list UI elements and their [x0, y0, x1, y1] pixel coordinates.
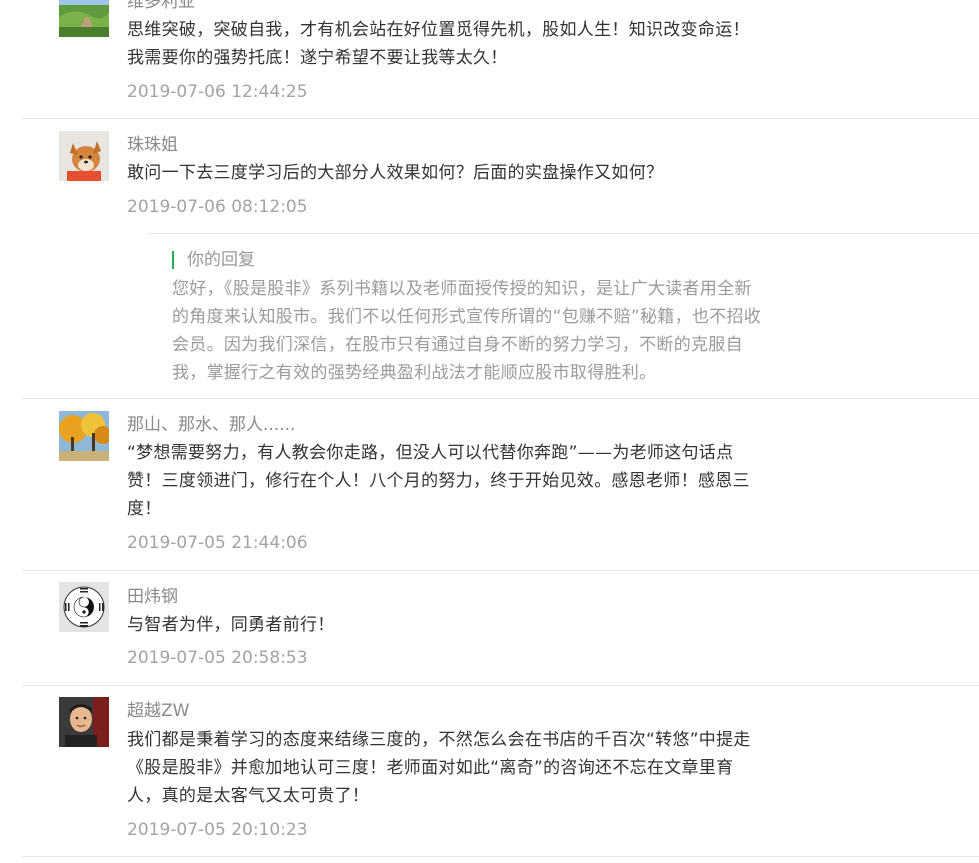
comment-author[interactable]: 超越ZW — [127, 699, 189, 723]
comment-timestamp: 2019-07-06 08:12:05 — [127, 197, 308, 217]
landscape-avatar-icon[interactable] — [59, 0, 109, 37]
comment-timestamp: 2019-07-05 21:44:06 — [127, 533, 308, 553]
comment-text: “梦想需要努力，有人教会你走路，但没人可以代替你奔跑”——为老师这句话点赞！三度… — [127, 443, 750, 519]
person-avatar-icon[interactable] — [59, 697, 109, 747]
reply-marker — [172, 251, 174, 269]
comment-author[interactable]: 维多利亚 — [127, 0, 195, 14]
comment-text: 与智者为伴，同勇者前行！ — [127, 615, 335, 635]
comment-timestamp: 2019-07-06 12:44:25 — [127, 82, 308, 102]
comment-author[interactable]: 那山、那水、那人...... — [127, 413, 295, 437]
bagua-avatar-icon[interactable] — [59, 582, 109, 632]
comment-text: 思维突破，突破自我，才有机会站在好位置觅得先机，股如人生！知识改变命运！我需要你… — [127, 20, 750, 68]
comment-divider — [22, 685, 979, 686]
comment-timestamp: 2019-07-05 20:58:53 — [127, 648, 308, 668]
comment-text: 我们都是秉着学习的态度来结缘三度的，不然怎么会在书店的千百次“转悠”中提走《股是… — [127, 730, 751, 806]
reply-text: 您好，《股是股非》系列书籍以及老师面授传授的知识，是让广大读者用全新的角度来认知… — [172, 279, 762, 383]
comment-list: 维多利亚 思维突破，突破自我，才有机会站在好位置觅得先机，股如人生！知识改变命运… — [0, 0, 979, 863]
comment-author[interactable]: 珠珠姐 — [127, 133, 178, 157]
dog-avatar-icon[interactable] — [59, 131, 109, 181]
autumn-trees-avatar-icon[interactable] — [59, 411, 109, 461]
reply-divider — [148, 233, 979, 234]
comment-text: 敢问一下去三度学习后的大部分人效果如何？后面的实盘操作又如何？ — [127, 163, 664, 183]
comment-divider — [22, 570, 979, 571]
reply-label: 你的回复 — [187, 250, 255, 270]
comment-divider — [22, 118, 979, 119]
comment-divider — [22, 398, 979, 399]
comment-author[interactable]: 田炜钢 — [127, 585, 178, 609]
comment-timestamp: 2019-07-05 20:10:23 — [127, 820, 308, 840]
comment-divider — [22, 856, 979, 857]
